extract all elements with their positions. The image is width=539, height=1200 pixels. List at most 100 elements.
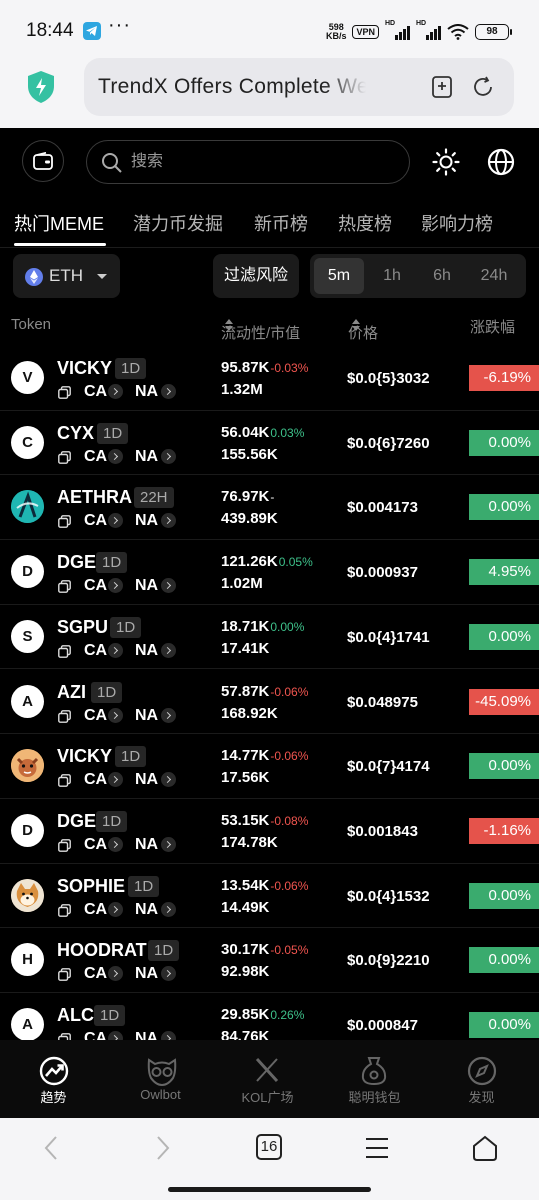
- tab-potential[interactable]: 潜力币发掘: [133, 210, 223, 236]
- na-link[interactable]: NA: [135, 642, 158, 660]
- token-row[interactable]: SOPHIE 1D CA NA 13.54K-0.06% 14.49K $0.0{4}153…: [0, 864, 539, 929]
- ca-link[interactable]: CA: [84, 965, 107, 983]
- nav-smart-wallet[interactable]: 聪明钱包: [321, 1040, 428, 1118]
- ca-link[interactable]: CA: [84, 707, 107, 725]
- tab-influence[interactable]: 影响力榜: [421, 210, 493, 236]
- token-row[interactable]: V VICKY 1D CA NA 95.87K-0.03% 1.32M $0.0{5}3032…: [0, 346, 539, 411]
- na-link[interactable]: NA: [135, 836, 158, 854]
- back-icon[interactable]: [38, 1134, 66, 1162]
- na-link[interactable]: NA: [135, 512, 158, 530]
- forward-icon[interactable]: [148, 1134, 176, 1162]
- chevron-right-icon[interactable]: [161, 966, 176, 982]
- chevron-right-icon[interactable]: [108, 513, 123, 529]
- copy-icon[interactable]: [58, 774, 71, 788]
- token-row[interactable]: AETHRA 22H CA NA 76.97K- 439.89K $0.004173 0.00…: [0, 475, 539, 541]
- chevron-right-icon[interactable]: [161, 836, 176, 852]
- timeframe-6h[interactable]: 6h: [417, 258, 467, 294]
- home-icon[interactable]: [471, 1134, 499, 1162]
- copy-icon[interactable]: [58, 644, 71, 658]
- chevron-right-icon[interactable]: [161, 642, 176, 658]
- copy-icon[interactable]: [58, 968, 71, 982]
- theme-toggle-icon[interactable]: [432, 148, 460, 176]
- timeframe-1h[interactable]: 1h: [367, 258, 417, 294]
- copy-icon[interactable]: [58, 580, 71, 593]
- na-link[interactable]: NA: [135, 448, 158, 466]
- chevron-right-icon[interactable]: [108, 901, 123, 917]
- copy-icon[interactable]: [58, 386, 71, 399]
- copy-icon[interactable]: [58, 1033, 71, 1040]
- chevron-right-icon[interactable]: [108, 836, 123, 852]
- chevron-right-icon[interactable]: [161, 578, 176, 594]
- chevron-right-icon[interactable]: [108, 384, 123, 399]
- chevron-right-icon[interactable]: [108, 448, 123, 464]
- ca-link[interactable]: CA: [84, 642, 107, 660]
- col-price-header[interactable]: 价格: [348, 316, 378, 342]
- token-row[interactable]: C CYX 1D CA NA 56.04K0.03% 155.56K $0.0{6}7260 0…: [0, 411, 539, 476]
- token-row[interactable]: VICKY 1D CA NA 14.77K-0.06% 17.56K $0.0{7}4174…: [0, 734, 539, 799]
- nav-owlbot[interactable]: Owlbot: [107, 1040, 214, 1118]
- ca-link[interactable]: CA: [84, 577, 107, 595]
- na-link[interactable]: NA: [135, 771, 158, 789]
- bookmark-add-icon[interactable]: [430, 75, 454, 99]
- token-row[interactable]: S SGPU 1D CA NA 18.71K0.00% 17.41K $0.0{4}1741 0…: [0, 605, 539, 670]
- ca-link[interactable]: CA: [84, 771, 107, 789]
- copy-icon[interactable]: [58, 709, 71, 723]
- search-input[interactable]: [131, 150, 391, 174]
- shield-icon[interactable]: [26, 70, 56, 104]
- chevron-right-icon[interactable]: [161, 1031, 176, 1040]
- chevron-right-icon[interactable]: [108, 966, 123, 982]
- copy-icon[interactable]: [58, 903, 71, 917]
- chevron-right-icon[interactable]: [161, 901, 176, 917]
- na-link[interactable]: NA: [135, 707, 158, 725]
- chevron-right-icon[interactable]: [161, 448, 176, 464]
- token-row[interactable]: D DGE 1D CA NA 121.26K0.05% 1.02M $0.000937 4.95…: [0, 540, 539, 605]
- reload-icon[interactable]: [471, 75, 495, 99]
- tab-count-button[interactable]: 16: [256, 1134, 282, 1160]
- na-link[interactable]: NA: [135, 1030, 158, 1040]
- ca-link[interactable]: CA: [84, 1030, 107, 1040]
- chevron-right-icon[interactable]: [108, 772, 123, 788]
- chevron-right-icon[interactable]: [161, 707, 176, 723]
- na-link[interactable]: NA: [135, 901, 158, 919]
- chevron-right-icon[interactable]: [161, 772, 176, 788]
- na-link[interactable]: NA: [135, 965, 158, 983]
- address-bar[interactable]: TrendX Offers Complete Web3: [84, 58, 514, 116]
- token-row[interactable]: D DGE 1D CA NA 53.15K-0.08% 174.78K $0.001843 -1…: [0, 799, 539, 864]
- na-link[interactable]: NA: [135, 577, 158, 595]
- chain-selector[interactable]: ETH: [13, 254, 120, 298]
- tab-new-coins[interactable]: 新币榜: [254, 210, 308, 236]
- wallet-button[interactable]: [22, 140, 64, 182]
- chevron-right-icon[interactable]: [108, 1031, 123, 1040]
- tab-hot-meme[interactable]: 热门MEME: [14, 210, 104, 236]
- menu-icon[interactable]: [363, 1134, 391, 1162]
- filter-bar: ETH 过滤风险 5m 1h 6h 24h: [0, 252, 539, 302]
- timeframe-24h[interactable]: 24h: [467, 258, 521, 294]
- col-liquidity-header[interactable]: 流动性/市值: [221, 316, 300, 342]
- chevron-right-icon[interactable]: [108, 578, 123, 594]
- timeframe-5m[interactable]: 5m: [314, 258, 364, 294]
- copy-icon[interactable]: [58, 515, 71, 529]
- search-box[interactable]: [86, 140, 410, 184]
- chevron-right-icon[interactable]: [161, 513, 176, 529]
- ca-link[interactable]: CA: [84, 836, 107, 854]
- chevron-right-icon[interactable]: [108, 642, 123, 658]
- language-globe-icon[interactable]: [486, 147, 516, 177]
- chevron-right-icon[interactable]: [108, 707, 123, 723]
- copy-icon[interactable]: [58, 838, 71, 852]
- ca-link[interactable]: CA: [84, 383, 107, 401]
- tab-popularity[interactable]: 热度榜: [338, 210, 392, 236]
- chevron-right-icon[interactable]: [161, 384, 176, 399]
- ca-link[interactable]: CA: [84, 512, 107, 530]
- nav-kol[interactable]: KOL广场: [214, 1040, 321, 1118]
- token-row[interactable]: A AZI 1D CA NA 57.87K-0.06% 168.92K $0.048975 -4…: [0, 670, 539, 735]
- token-row[interactable]: H HOODRAT 1D CA NA 30.17K-0.05% 92.98K $0.0{9}2…: [0, 928, 539, 993]
- na-link[interactable]: NA: [135, 383, 158, 401]
- filter-risk-button[interactable]: 过滤风险: [213, 254, 299, 298]
- nav-trend[interactable]: 趋势: [0, 1040, 107, 1118]
- ca-link[interactable]: CA: [84, 901, 107, 919]
- token-row[interactable]: A ALC 1D CA NA 29.85K0.26% 84.76K $0.000847 0.00…: [0, 993, 539, 1040]
- nav-discover[interactable]: 发现: [428, 1040, 535, 1118]
- ca-link[interactable]: CA: [84, 448, 107, 466]
- address-text[interactable]: TrendX Offers Complete Web3: [98, 75, 366, 99]
- copy-icon[interactable]: [58, 450, 71, 464]
